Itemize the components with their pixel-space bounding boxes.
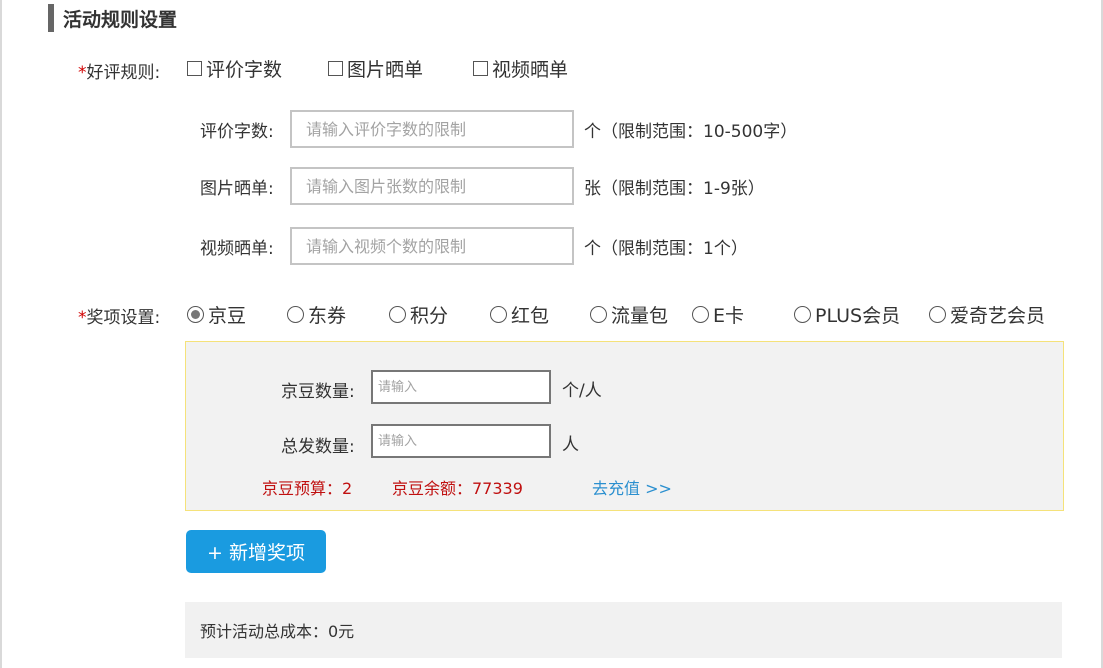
radio-label: 京豆 xyxy=(208,305,247,327)
radio-button[interactable] xyxy=(929,306,946,323)
radio-red-packet[interactable]: 红包 xyxy=(490,301,549,328)
photo-count-hint: 张（限制范围：1-9张） xyxy=(584,179,765,199)
total-cost-text: 预计活动总成本：0元 xyxy=(200,622,355,641)
prize-detail-panel: 京豆数量: 个/人 总发数量: 人 京豆预算：2 京豆余额：77339 去充值 … xyxy=(185,341,1064,511)
video-count-label: 视频晒单: xyxy=(200,239,274,259)
total-quantity-unit: 人 xyxy=(562,435,579,455)
radio-iqiyi-member[interactable]: 爱奇艺会员 xyxy=(929,301,1045,328)
total-cost-panel: 预计活动总成本：0元 xyxy=(185,602,1062,658)
radio-label: 东券 xyxy=(308,305,347,327)
radio-plus-member[interactable]: PLUS会员 xyxy=(794,301,900,328)
section-title: 活动规则设置 xyxy=(63,8,178,31)
checkbox-review-word-count[interactable]: 评价字数 xyxy=(187,55,282,82)
radio-label: 积分 xyxy=(410,305,449,327)
radio-label: 红包 xyxy=(511,305,550,327)
checkbox-box[interactable] xyxy=(473,61,488,76)
review-rules-label: *好评规则: xyxy=(78,58,160,83)
radio-button[interactable] xyxy=(389,306,406,323)
radio-button[interactable] xyxy=(490,306,507,323)
prize-settings-label-text: 奖项设置: xyxy=(86,308,161,328)
photo-count-label: 图片晒单: xyxy=(200,179,274,199)
radio-button[interactable] xyxy=(692,306,709,323)
jingdou-budget: 京豆预算：2 xyxy=(262,479,353,498)
jingdou-quantity-label: 京豆数量: xyxy=(281,382,355,402)
jingdou-quantity-unit: 个/人 xyxy=(562,381,602,401)
radio-e-card[interactable]: E卡 xyxy=(692,301,744,328)
checkbox-label: 评价字数 xyxy=(206,59,283,81)
radio-points[interactable]: 积分 xyxy=(389,301,448,328)
radio-button[interactable] xyxy=(590,306,607,323)
checkbox-photo-review[interactable]: 图片晒单 xyxy=(328,55,423,82)
radio-label: 流量包 xyxy=(611,305,669,327)
required-mark: * xyxy=(78,308,87,328)
total-quantity-input[interactable] xyxy=(371,424,551,458)
word-count-input[interactable] xyxy=(290,110,574,148)
word-count-label: 评价字数: xyxy=(200,122,274,142)
radio-button[interactable] xyxy=(794,306,811,323)
radio-label: PLUS会员 xyxy=(815,305,901,327)
review-rules-label-text: 好评规则: xyxy=(86,63,161,83)
jingdou-balance: 京豆余额：77339 xyxy=(392,479,523,498)
radio-label: E卡 xyxy=(713,305,745,327)
left-border xyxy=(0,0,2,668)
word-count-hint: 个（限制范围：10-500字） xyxy=(584,122,798,142)
section-header: 活动规则设置 xyxy=(48,3,177,33)
radio-dongquan[interactable]: 东券 xyxy=(287,301,346,328)
checkbox-box[interactable] xyxy=(187,61,202,76)
checkbox-label: 视频晒单 xyxy=(492,59,569,81)
radio-button[interactable] xyxy=(187,306,204,323)
required-mark: * xyxy=(78,63,87,83)
radio-data-package[interactable]: 流量包 xyxy=(590,301,668,328)
total-quantity-label: 总发数量: xyxy=(281,437,355,457)
add-prize-button[interactable]: + 新增奖项 xyxy=(186,530,326,573)
radio-jingdou[interactable]: 京豆 xyxy=(187,301,246,328)
jingdou-quantity-input[interactable] xyxy=(371,370,551,404)
video-count-input[interactable] xyxy=(290,227,574,265)
section-title-bar xyxy=(48,4,54,32)
checkbox-label: 图片晒单 xyxy=(347,59,424,81)
prize-settings-label: *奖项设置: xyxy=(78,303,160,328)
video-count-hint: 个（限制范围：1个） xyxy=(584,239,748,259)
recharge-link[interactable]: 去充值 >> xyxy=(592,475,672,499)
checkbox-box[interactable] xyxy=(328,61,343,76)
radio-button[interactable] xyxy=(287,306,304,323)
photo-count-input[interactable] xyxy=(290,167,574,205)
radio-label: 爱奇艺会员 xyxy=(950,305,1046,327)
checkbox-video-review[interactable]: 视频晒单 xyxy=(473,55,568,82)
